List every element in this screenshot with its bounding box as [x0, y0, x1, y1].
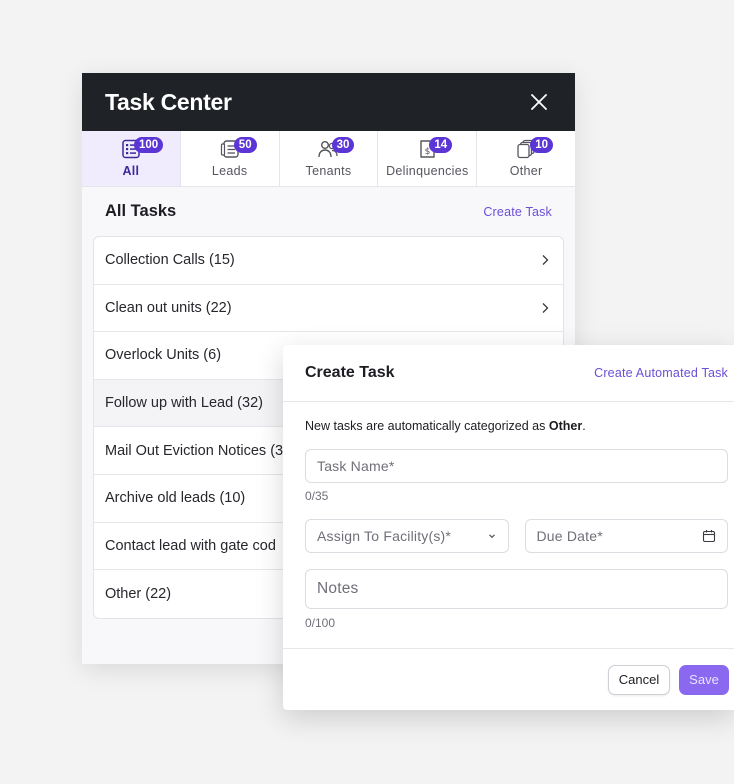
task-row-label: Overlock Units (6) — [105, 347, 222, 364]
tab-all[interactable]: 100 All — [82, 131, 181, 186]
task-row-collection-calls[interactable]: Collection Calls (15) — [94, 237, 563, 285]
save-button[interactable]: Save — [679, 664, 729, 695]
task-row-label: Contact lead with gate cod — [105, 537, 276, 554]
create-task-header: Create Task Create Automated Task — [283, 345, 734, 402]
task-category-tabs: 100 All 50 Leads 30 Tenants 14 $ Delinqu… — [82, 131, 575, 187]
create-automated-task-link[interactable]: Create Automated Task — [594, 366, 728, 380]
tab-all-label: All — [122, 164, 140, 178]
create-task-form: New tasks are automatically categorized … — [283, 402, 734, 630]
chevron-down-icon — [488, 534, 495, 539]
facility-select[interactable]: Assign To Facility(s)* — [305, 519, 509, 553]
task-center-title: Task Center — [105, 88, 232, 115]
create-task-link[interactable]: Create Task — [483, 205, 552, 219]
tab-delinquencies-label: Delinquencies — [386, 164, 469, 178]
category-note-suffix: . — [582, 419, 586, 433]
tab-tenants-label: Tenants — [305, 164, 352, 178]
tab-leads-label: Leads — [211, 164, 248, 178]
due-date-input[interactable]: Due Date* — [524, 519, 728, 553]
tab-delinquencies[interactable]: 14 $ Delinquencies — [378, 131, 478, 186]
task-name-counter: 0/35 — [305, 489, 329, 503]
task-list-header: All Tasks Create Task — [93, 187, 564, 236]
chevron-right-icon — [542, 255, 549, 266]
task-row-label: Collection Calls (15) — [105, 252, 235, 269]
close-icon[interactable] — [529, 92, 549, 112]
tab-tenants[interactable]: 30 Tenants — [280, 131, 379, 186]
create-task-title: Create Task — [305, 364, 395, 381]
calendar-icon[interactable] — [702, 529, 716, 543]
task-row-label: Other (22) — [105, 585, 172, 602]
facility-date-row: Assign To Facility(s)* Due Date* — [305, 519, 728, 553]
task-name-input[interactable]: Task Name* — [305, 449, 728, 483]
tab-other-count-badge: 10 — [530, 137, 553, 153]
tab-leads-count-badge: 50 — [233, 137, 257, 153]
task-row-label: Follow up with Lead (32) — [105, 395, 263, 412]
create-task-modal: Create Task Create Automated Task New ta… — [283, 345, 734, 710]
tab-delinquencies-count-badge: 14 — [429, 137, 453, 153]
section-title: All Tasks — [105, 202, 177, 220]
tab-other-label: Other — [509, 164, 543, 178]
cancel-button[interactable]: Cancel — [608, 664, 670, 695]
tab-all-count-badge: 100 — [134, 137, 164, 153]
tab-leads[interactable]: 50 Leads — [181, 131, 280, 186]
notes-placeholder: Notes — [317, 580, 359, 597]
task-center-header: Task Center — [82, 73, 575, 131]
task-row-clean-out-units[interactable]: Clean out units (22) — [94, 285, 563, 333]
chevron-right-icon — [542, 302, 549, 313]
category-note: New tasks are automatically categorized … — [305, 419, 728, 433]
notes-textarea[interactable]: Notes — [305, 569, 728, 609]
notes-counter: 0/100 — [305, 616, 336, 630]
task-row-label: Archive old leads (10) — [105, 490, 246, 507]
task-name-placeholder: Task Name* — [317, 458, 395, 474]
facility-placeholder: Assign To Facility(s)* — [317, 528, 452, 544]
category-note-value: Other — [548, 419, 583, 433]
due-date-placeholder: Due Date* — [536, 528, 603, 544]
category-note-text: New tasks are automatically categorized … — [305, 419, 549, 433]
task-row-label: Mail Out Eviction Notices (3 — [105, 442, 284, 459]
tab-tenants-count-badge: 30 — [331, 137, 355, 153]
tab-other[interactable]: 10 Other — [477, 131, 575, 186]
modal-footer: Cancel Save — [283, 648, 734, 710]
task-row-label: Clean out units (22) — [105, 299, 232, 316]
